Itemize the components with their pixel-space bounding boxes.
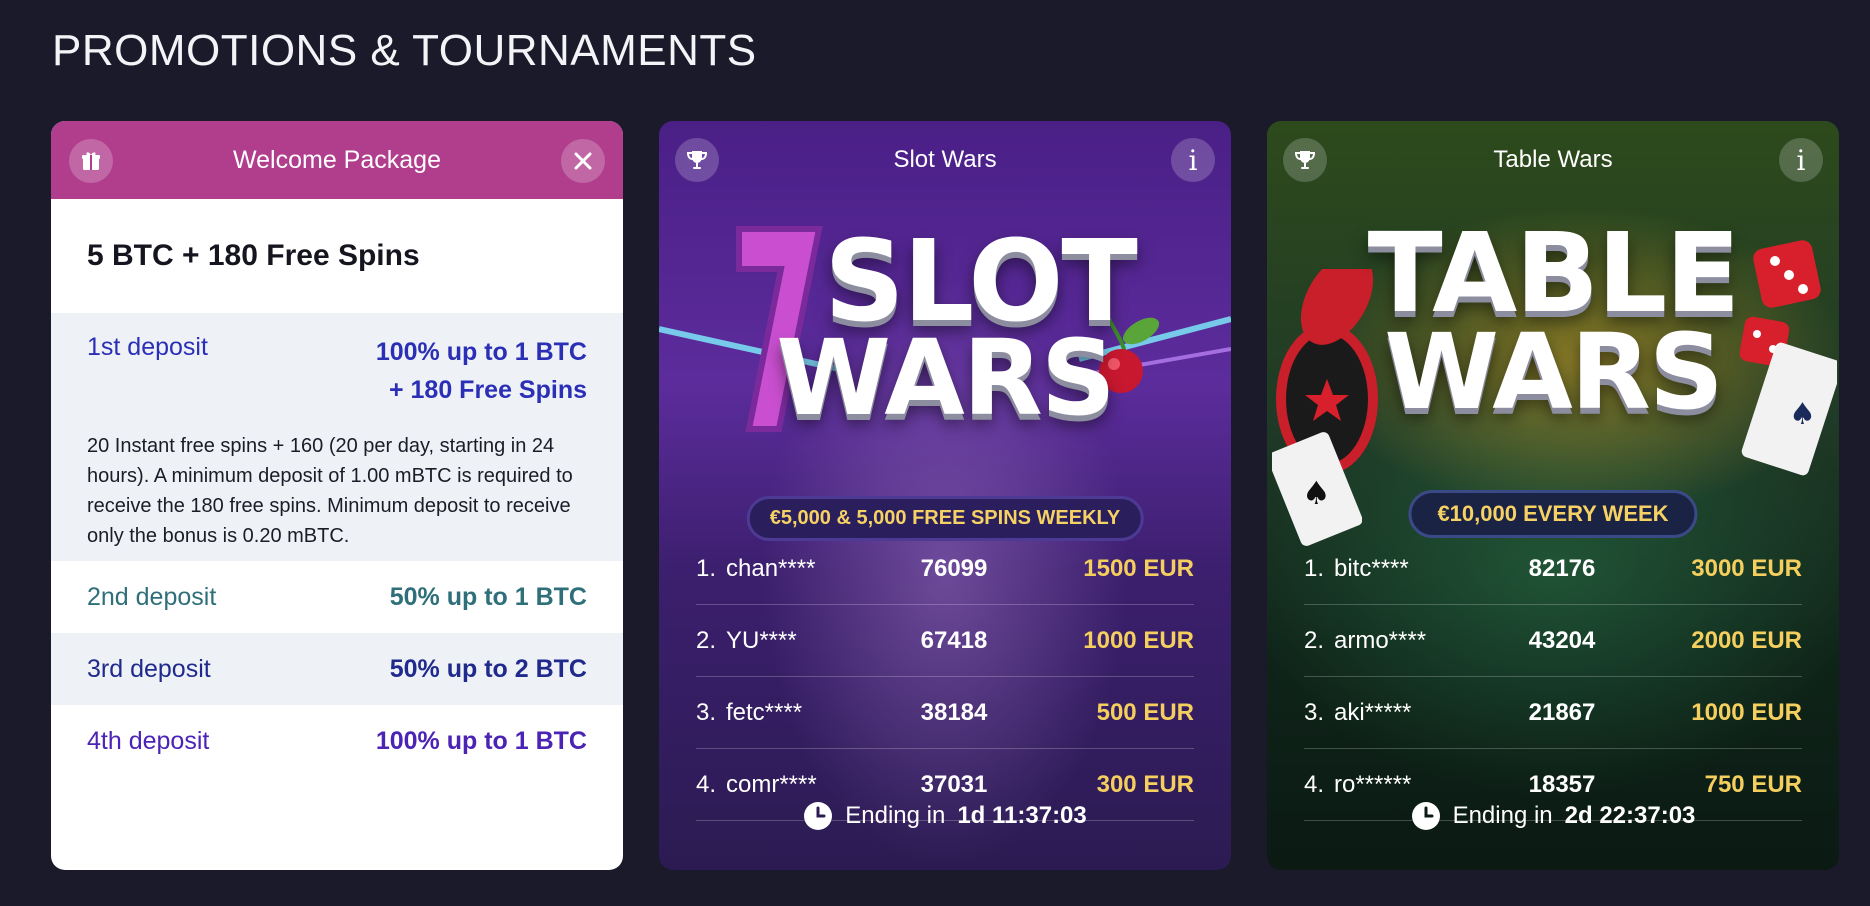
- score: 18357: [1528, 770, 1596, 798]
- player-name: comr****: [726, 770, 817, 798]
- score: 38184: [920, 698, 988, 726]
- ending-label: Ending in: [1452, 802, 1553, 829]
- gift-icon: [69, 139, 113, 183]
- score: 76099: [920, 554, 988, 582]
- rank: 4.: [1304, 770, 1325, 798]
- slot-wars-card[interactable]: Slot Wars i SLOT WARS €5,000 & 5,000 FRE…: [659, 121, 1231, 870]
- leaderboard-row: 3. fetc**** 38184 500 EUR: [696, 677, 1194, 749]
- welcome-subtitle: 5 BTC + 180 Free Spins: [87, 239, 420, 272]
- deposit-row-3: 3rd deposit 50% up to 2 BTC: [51, 633, 623, 705]
- score: 82176: [1528, 554, 1596, 582]
- prize: 1000 EUR: [1691, 698, 1802, 726]
- slot-wars-header: Slot Wars i: [659, 121, 1231, 199]
- table-wars-header: Table Wars i: [1267, 121, 1839, 199]
- promotions-page: PROMOTIONS & TOURNAMENTS Welcome Package…: [0, 0, 1870, 906]
- player-name: YU****: [726, 626, 797, 654]
- slot-wars-banner: SLOT WARS €5,000 & 5,000 FREE SPINS WEEK…: [659, 199, 1231, 541]
- deposit-label: 3rd deposit: [87, 654, 211, 683]
- deposit-value: 100% up to 1 BTC: [375, 727, 587, 755]
- player-name: armo****: [1334, 626, 1427, 654]
- welcome-header: Welcome Package: [51, 121, 623, 199]
- info-icon[interactable]: i: [1171, 138, 1215, 182]
- leaderboard-row: 2. YU**** 67418 1000 EUR: [696, 605, 1194, 677]
- deposit-row-4: 4th deposit 100% up to 1 BTC: [51, 705, 623, 777]
- table-wars-title: Table Wars: [1493, 146, 1613, 173]
- score: 67418: [920, 626, 988, 654]
- prize: 500 EUR: [1096, 698, 1194, 726]
- score: 37031: [920, 770, 988, 798]
- rank: 1.: [1304, 554, 1325, 582]
- trophy-icon: [675, 138, 719, 182]
- rank: 2.: [696, 626, 717, 654]
- info-icon[interactable]: i: [1779, 138, 1823, 182]
- score: 21867: [1528, 698, 1596, 726]
- table-wars-leaderboard: 1. bitc**** 82176 3000 EUR 2. armo**** 4…: [1304, 533, 1802, 821]
- rank: 4.: [696, 770, 717, 798]
- deposit-value: 50% up to 1 BTC: [389, 583, 587, 611]
- deposit-row-2: 2nd deposit 50% up to 1 BTC: [51, 561, 623, 633]
- deposit-value-line2: + 180 Free Spins: [388, 376, 587, 404]
- table-wars-card[interactable]: Table Wars i ♠ ♠ TABLE WARS €10,000 EVER…: [1267, 121, 1839, 870]
- rank: 2.: [1304, 626, 1325, 654]
- prize: 3000 EUR: [1691, 554, 1802, 582]
- leaderboard-row: 1. chan**** 76099 1500 EUR: [696, 533, 1194, 605]
- slot-wars-title: Slot Wars: [893, 146, 997, 173]
- table-wars-ending: Ending in 2d 22:37:03: [1267, 801, 1839, 831]
- deposit-label: 2nd deposit: [87, 582, 217, 611]
- deposit-label: 1st deposit: [87, 333, 208, 361]
- svg-text:♠: ♠: [1302, 474, 1331, 512]
- deposit-value: 100% up to 1 BTC + 180 Free Spins: [376, 333, 587, 409]
- player-name: aki*****: [1334, 698, 1412, 726]
- player-name: ro******: [1334, 770, 1412, 798]
- leaderboard-row: 1. bitc**** 82176 3000 EUR: [1304, 533, 1802, 605]
- deposit-description: 20 Instant free spins + 160 (20 per day,…: [87, 435, 573, 547]
- ending-time: 1d 11:37:03: [957, 802, 1087, 829]
- prize: 750 EUR: [1704, 770, 1802, 798]
- leaderboard-row: 2. armo**** 43204 2000 EUR: [1304, 605, 1802, 677]
- rank: 1.: [696, 554, 717, 582]
- banner-line2: WARS: [1384, 311, 1724, 433]
- clock-icon: [1411, 802, 1440, 830]
- welcome-package-card: Welcome Package 5 BTC + 180 Free Spins 1…: [51, 121, 623, 870]
- page-title: PROMOTIONS & TOURNAMENTS: [52, 26, 757, 75]
- prize: 300 EUR: [1096, 770, 1194, 798]
- player-name: chan****: [726, 554, 816, 582]
- clock-icon: [804, 802, 833, 830]
- rank: 3.: [1304, 698, 1325, 726]
- player-name: fetc****: [726, 698, 803, 726]
- slot-wars-ending: Ending in 1d 11:37:03: [659, 801, 1231, 831]
- ending-label: Ending in: [845, 802, 946, 829]
- prize: 1000 EUR: [1083, 626, 1194, 654]
- score: 43204: [1528, 626, 1596, 654]
- close-icon[interactable]: [561, 139, 605, 183]
- deposit-label: 4th deposit: [87, 726, 210, 755]
- playing-card-icon: ♠: [1272, 432, 1362, 546]
- trophy-icon: [1283, 138, 1327, 182]
- deposit-row-1: 1st deposit 100% up to 1 BTC + 180 Free …: [51, 313, 623, 561]
- deposit-value-line1: 100% up to 1 BTC: [375, 338, 587, 366]
- welcome-title: Welcome Package: [233, 145, 441, 174]
- table-wars-banner: ♠ ♠ TABLE WARS €10,000 EVERY WEEK: [1267, 199, 1839, 546]
- banner-pill: €10,000 EVERY WEEK: [1408, 490, 1698, 538]
- slot-wars-leaderboard: 1. chan**** 76099 1500 EUR 2. YU**** 674…: [696, 533, 1194, 821]
- banner-line2: WARS: [776, 317, 1116, 439]
- ending-time: 2d 22:37:03: [1564, 802, 1696, 829]
- leaderboard-row: 3. aki***** 21867 1000 EUR: [1304, 677, 1802, 749]
- player-name: bitc****: [1334, 554, 1409, 582]
- prize: 2000 EUR: [1691, 626, 1802, 654]
- rank: 3.: [696, 698, 717, 726]
- deposit-value: 50% up to 2 BTC: [389, 655, 587, 683]
- prize: 1500 EUR: [1083, 554, 1194, 582]
